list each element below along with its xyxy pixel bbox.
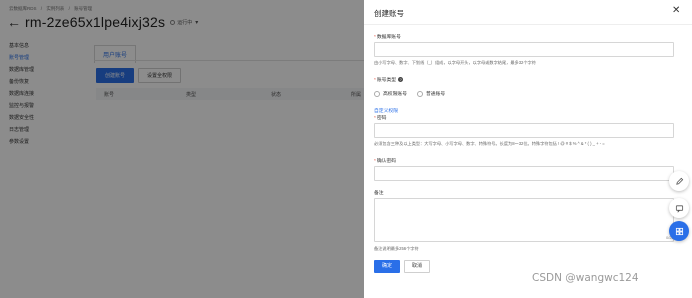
confirm-password-input[interactable] — [374, 166, 674, 181]
password-hint: 必须包含三种及以上类型：大写字母、小写字母、数字、特殊符号。长度为8～32位。特… — [374, 141, 605, 146]
radio-high-privilege-label: 高权限账号 — [383, 92, 407, 97]
remark-label: 备注 — [374, 191, 384, 196]
account-type-radio-group: 高权限账号 普通账号 — [374, 90, 445, 97]
drawer-title: 创建账号 — [374, 9, 404, 18]
apps-float-button[interactable] — [669, 221, 689, 241]
account-type-label: *账号类型? — [374, 77, 404, 83]
password-label: *密码 — [374, 116, 387, 121]
username-label: *数据库账号 — [374, 35, 401, 40]
required-mark: * — [374, 78, 376, 83]
help-icon[interactable]: ? — [398, 77, 404, 83]
close-icon[interactable]: ✕ — [672, 6, 680, 16]
required-mark: * — [374, 35, 376, 40]
required-mark: * — [374, 159, 376, 164]
drawer-divider — [364, 24, 692, 25]
radio-high-privilege[interactable] — [374, 90, 380, 97]
chat-icon — [675, 204, 683, 213]
remark-textarea[interactable] — [374, 198, 674, 242]
edit-icon — [675, 177, 683, 185]
apps-icon — [675, 227, 683, 235]
radio-standard[interactable] — [417, 90, 423, 97]
cancel-button[interactable]: 取消 — [404, 260, 431, 273]
username-hint: 由小写字母、数字、下划线（_）组成，以字母开头，以字母或数字结尾，最多32个字符 — [374, 60, 536, 65]
edit-float-button[interactable] — [669, 171, 689, 191]
required-mark: * — [374, 116, 376, 121]
remark-hint: 备注说明最多256个字符 — [374, 246, 419, 251]
password-input[interactable] — [374, 123, 674, 138]
radio-standard-label: 普通账号 — [426, 92, 446, 97]
chat-float-button[interactable] — [669, 198, 689, 218]
confirm-button[interactable]: 确定 — [374, 260, 401, 273]
watermark: CSDN @wangwc124 — [532, 272, 639, 284]
username-input[interactable] — [374, 42, 674, 57]
create-account-drawer: 创建账号 ✕ *数据库账号 由小写字母、数字、下划线（_）组成，以字母开头，以字… — [364, 0, 692, 298]
confirm-password-label: *确认密码 — [374, 159, 397, 164]
custom-permission-link[interactable]: 自定义权限 — [374, 107, 398, 114]
